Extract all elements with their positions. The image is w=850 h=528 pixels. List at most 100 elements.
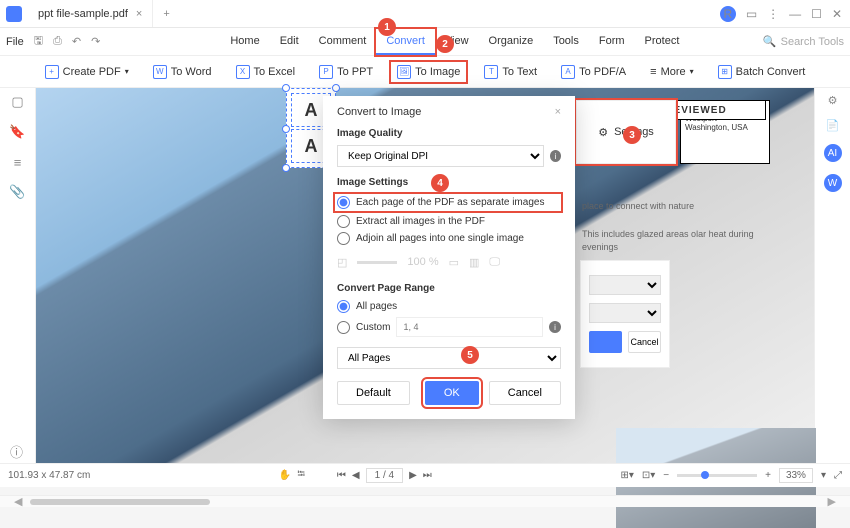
info-icon-2[interactable]: i — [549, 321, 561, 333]
adjust-icon[interactable]: ⚙ — [828, 94, 838, 107]
attachments-icon[interactable]: 📎 — [10, 184, 26, 200]
menu-organize[interactable]: Organize — [479, 29, 544, 55]
display-icon[interactable]: 🖵 — [489, 256, 500, 269]
close-window-icon[interactable]: ✕ — [832, 7, 842, 21]
app-menu-icon[interactable]: ▭ — [746, 7, 757, 21]
ai-tool-icon[interactable]: AI — [824, 144, 842, 162]
custom-pages-input[interactable] — [396, 317, 543, 337]
zoom-slider[interactable] — [677, 474, 757, 477]
callout-marker-2: 2 — [436, 35, 454, 53]
to-ppt-button[interactable]: PTo PPT — [313, 62, 379, 82]
side-text-2: This includes glazed areas olar heat dur… — [582, 228, 762, 253]
scroll-left-icon[interactable]: ◀ — [14, 495, 22, 508]
radio-extract-images[interactable]: Extract all images in the PDF — [337, 215, 561, 228]
image-tool-row: ◰ 100 % ▭ ▥ 🖵 — [337, 251, 561, 273]
quick-access-toolbar: File 🖫 ⎙ ↶ ↷ — [6, 32, 100, 51]
hand-tool-icon[interactable]: ✋ — [279, 470, 291, 481]
horizontal-scrollbar[interactable]: ◀ ▶ — [0, 495, 850, 507]
last-page-icon[interactable]: ⏭ — [423, 470, 432, 481]
search-placeholder: Search Tools — [781, 36, 844, 48]
cancel-button[interactable]: Cancel — [489, 381, 561, 405]
batch-convert-button[interactable]: ⊞Batch Convert — [712, 62, 812, 82]
status-bar: 101.93 x 47.87 cm ✋ ⭾ ⏮ ◀ 1 / 4 ▶ ⏭ ⊞▾ ⊡… — [0, 463, 850, 487]
zoom-out-icon[interactable]: − — [663, 470, 669, 481]
search-tools[interactable]: 🔍 Search Tools — [763, 35, 844, 48]
layout-icon-2[interactable]: ▥ — [469, 256, 479, 269]
zoom-dropdown-icon[interactable]: ▾ — [821, 470, 826, 481]
word-tool-icon[interactable]: W — [824, 174, 842, 192]
select-tool-icon[interactable]: ⭾ — [297, 467, 305, 484]
image-quality-select[interactable]: Keep Original DPI — [337, 145, 544, 167]
app-logo-icon — [6, 6, 22, 22]
to-excel-button[interactable]: XTo Excel — [230, 62, 302, 82]
search-icon: 🔍 — [763, 35, 777, 48]
more-button[interactable]: ≡More▾ — [644, 63, 700, 81]
menu-protect[interactable]: Protect — [635, 29, 690, 55]
subpanel-confirm-button[interactable] — [589, 331, 622, 353]
page-range-select[interactable]: All Pages — [337, 347, 561, 369]
print-icon[interactable]: ⎙ — [53, 35, 62, 48]
zoom-in-icon[interactable]: + — [765, 470, 771, 481]
subpanel-cancel-button[interactable]: Cancel — [628, 331, 661, 353]
to-text-button[interactable]: TTo Text — [478, 62, 543, 82]
dialog-close-icon[interactable]: × — [555, 106, 561, 118]
right-sidebar: ⚙ 📄 AI W — [814, 88, 850, 471]
close-tab-icon[interactable]: × — [136, 8, 142, 20]
create-pdf-button[interactable]: +Create PDF▾ — [39, 62, 135, 82]
radio-each-page[interactable]: Each page of the PDF as separate images — [335, 194, 561, 211]
to-image-button[interactable]: 🖼To Image — [391, 62, 466, 82]
zoom-level[interactable]: 33% — [779, 468, 813, 483]
menu-comment[interactable]: Comment — [309, 29, 377, 55]
redo-icon[interactable]: ↷ — [91, 35, 100, 48]
menu-form[interactable]: Form — [589, 29, 635, 55]
ok-button[interactable]: OK — [425, 381, 479, 405]
scroll-right-icon[interactable]: ▶ — [828, 495, 836, 508]
document-tab[interactable]: ppt file-sample.pdf × — [28, 0, 153, 27]
fit-layout-icon[interactable]: ⊞▾ — [620, 470, 633, 481]
first-page-icon[interactable]: ⏮ — [337, 470, 346, 481]
menu-home[interactable]: Home — [220, 29, 269, 55]
menu-edit[interactable]: Edit — [270, 29, 309, 55]
default-button[interactable]: Default — [337, 381, 410, 405]
scrollbar-thumb[interactable] — [30, 499, 210, 505]
share-panel-icon[interactable]: 📄 — [826, 119, 840, 132]
to-pdfa-button[interactable]: ATo PDF/A — [555, 62, 632, 82]
info-icon[interactable]: i — [550, 150, 561, 162]
file-menu[interactable]: File — [6, 36, 24, 48]
fullscreen-icon[interactable]: ⤢ — [834, 470, 842, 481]
kebab-icon[interactable]: ⋮ — [767, 7, 779, 21]
callout-marker-3: 3 — [623, 126, 641, 144]
convert-toolbar: +Create PDF▾ WTo Word XTo Excel PTo PPT … — [0, 56, 850, 88]
page-indicator[interactable]: 1 / 4 — [366, 468, 403, 483]
save-icon[interactable]: 🖫 — [34, 32, 43, 51]
fit-page-icon[interactable]: ⊡▾ — [642, 470, 655, 481]
maximize-icon[interactable]: ☐ — [811, 7, 822, 21]
minimize-icon[interactable]: ― — [789, 7, 801, 21]
radio-custom-pages[interactable]: Custom — [337, 321, 390, 334]
bookmarks-icon[interactable]: 🔖 — [10, 124, 26, 140]
layout-icon-1[interactable]: ▭ — [449, 256, 459, 269]
zoom-value: 100 % — [407, 256, 438, 268]
outline-icon[interactable]: ≡ — [10, 154, 26, 170]
format-select-2[interactable] — [589, 303, 661, 323]
side-text-1: place to connect with nature — [582, 200, 762, 213]
help-icon[interactable]: ⓘ — [10, 442, 23, 461]
radio-adjoin-single[interactable]: Adjoin all pages into one single image — [337, 232, 561, 245]
prev-page-icon[interactable]: ◀ — [352, 470, 360, 481]
user-avatar-icon[interactable]: R — [720, 6, 736, 22]
crop-tool-icon[interactable]: ◰ — [337, 256, 347, 269]
undo-icon[interactable]: ↶ — [72, 35, 81, 48]
dialog-title: Convert to Image — [337, 106, 421, 118]
cursor-dimensions: 101.93 x 47.87 cm — [8, 470, 90, 481]
menu-tools[interactable]: Tools — [543, 29, 589, 55]
to-word-button[interactable]: WTo Word — [147, 62, 218, 82]
callout-marker-4: 4 — [431, 174, 449, 192]
thumbnails-icon[interactable]: ▢ — [10, 94, 26, 110]
next-page-icon[interactable]: ▶ — [409, 470, 417, 481]
gear-icon: ⚙ — [598, 126, 608, 139]
radio-all-pages[interactable]: All pages — [337, 300, 561, 313]
add-tab-button[interactable]: + — [153, 8, 179, 20]
window-titlebar: ppt file-sample.pdf × + R ▭ ⋮ ― ☐ ✕ — [0, 0, 850, 28]
format-select-1[interactable] — [589, 275, 661, 295]
callout-marker-1: 1 — [378, 18, 396, 36]
